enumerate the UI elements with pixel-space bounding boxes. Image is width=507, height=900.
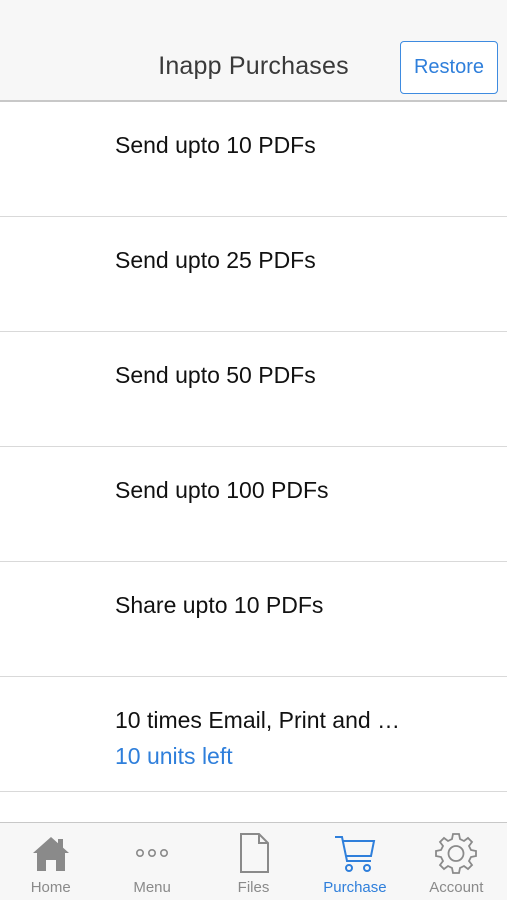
item-title: 10 times Email, Print and …: [115, 707, 401, 733]
tab-label: Menu: [133, 879, 171, 896]
tab-home[interactable]: Home: [0, 823, 101, 900]
item-title: Send upto 100 PDFs: [115, 477, 329, 503]
item-title: Send upto 25 PDFs: [115, 247, 316, 273]
tab-label: Account: [429, 879, 484, 896]
navigation-bar: Inapp Purchases Restore: [0, 0, 507, 102]
list-item[interactable]: Send upto 10 PDFs: [0, 102, 507, 217]
file-icon: [239, 833, 269, 873]
item-title: Share upto 10 PDFs: [115, 592, 324, 618]
tab-account[interactable]: Account: [406, 823, 507, 900]
list-item[interactable]: Send upto 25 PDFs: [0, 217, 507, 332]
tab-purchase[interactable]: Purchase: [304, 823, 405, 900]
list-item[interactable]: Send upto 50 PDFs: [0, 332, 507, 447]
list-item[interactable]: Share upto 10 PDFs: [0, 562, 507, 677]
tab-label: Home: [30, 879, 71, 896]
units-left-label: 10 units left: [115, 743, 233, 769]
purchase-list: Send upto 10 PDFs Send upto 25 PDFs Send…: [0, 102, 507, 792]
tab-label: Purchase: [323, 879, 387, 896]
tab-label: Files: [237, 879, 270, 896]
item-title: Send upto 50 PDFs: [115, 362, 316, 388]
cart-icon: [334, 836, 376, 872]
tab-files[interactable]: Files: [203, 823, 304, 900]
restore-button[interactable]: Restore: [400, 41, 498, 94]
gear-icon: [435, 833, 478, 874]
list-item[interactable]: 10 times Email, Print and … 10 units lef…: [0, 677, 507, 792]
home-icon: [32, 837, 69, 871]
tab-bar: Home Menu Files Purchase Account: [0, 822, 507, 900]
list-item[interactable]: Send upto 100 PDFs: [0, 447, 507, 562]
more-dots-icon: [136, 848, 169, 857]
tab-menu[interactable]: Menu: [101, 823, 202, 900]
item-title: Send upto 10 PDFs: [115, 132, 316, 158]
